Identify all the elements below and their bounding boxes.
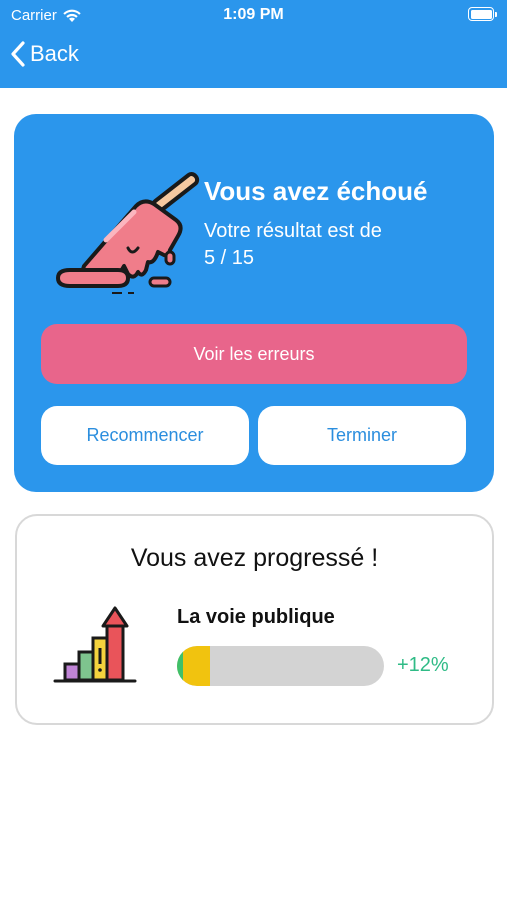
growth-bar-chart-icon	[53, 606, 137, 683]
progress-card: Vous avez progressé ! La voie publique +…	[15, 514, 494, 725]
status-bar: Carrier 1:09 PM	[0, 0, 507, 32]
restart-button[interactable]: Recommencer	[41, 406, 249, 465]
score-value: 5 / 15	[204, 247, 255, 269]
progress-title: Vous avez progressé !	[130, 544, 379, 572]
progress-delta: +12%	[397, 654, 449, 676]
back-label: Back	[30, 41, 79, 66]
result-title: Vous avez échoué	[204, 176, 428, 206]
app-header: Carrier 1:09 PM Back	[0, 0, 507, 88]
score-label: Votre résultat est de	[204, 220, 382, 242]
progress-bar	[177, 646, 384, 686]
melting-popsicle-icon	[55, 172, 200, 294]
back-button[interactable]: Back	[10, 40, 79, 68]
battery-icon	[468, 7, 497, 21]
result-card: Vous avez échoué Votre résultat est de 5…	[14, 114, 494, 492]
finish-button[interactable]: Terminer	[258, 406, 466, 465]
clock: 1:09 PM	[223, 6, 284, 23]
chevron-left-icon	[11, 41, 25, 67]
result-score-text: Votre résultat est de 5 / 15	[204, 218, 444, 272]
see-errors-button[interactable]: Voir les erreurs	[41, 324, 467, 384]
topic-label: La voie publique	[177, 606, 335, 628]
progress-bar-start	[177, 646, 183, 686]
